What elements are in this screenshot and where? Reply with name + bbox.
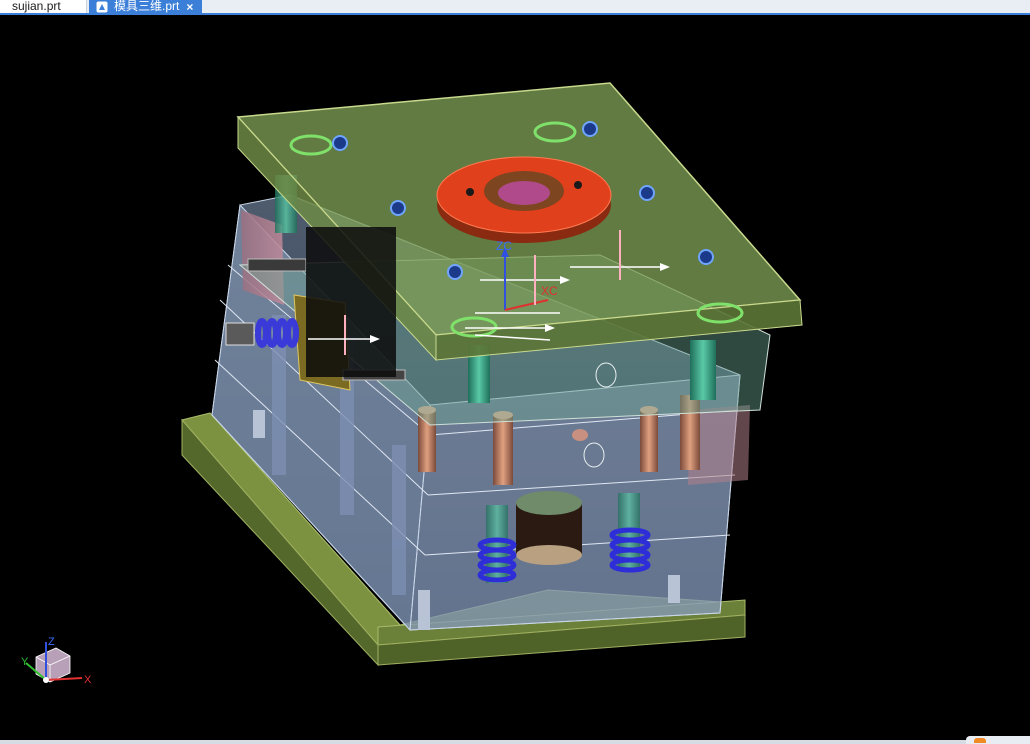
tab-sujian-prt[interactable]: sujian.prt (0, 0, 87, 13)
triad-x-label: X (84, 674, 92, 686)
triad-z-label: Z (48, 636, 55, 648)
tab-label: sujian.prt (12, 0, 61, 13)
minimized-panel-tab[interactable] (966, 736, 1030, 744)
graphics-viewport[interactable]: ZC XC Z X Y (0, 15, 1030, 742)
panel-icon (974, 738, 986, 743)
ug-nx-window: sujian.prt 模具三维.prt × ZC XC Z X Y (0, 0, 1030, 744)
locating-ring (436, 156, 612, 243)
tab-label: 模具三维.prt (114, 0, 180, 13)
sprue-bushing-cylinder (516, 491, 582, 565)
view-triad[interactable]: Z X Y (21, 636, 92, 686)
close-icon[interactable]: × (186, 1, 193, 13)
document-tab-bar: sujian.prt 模具三维.prt × (0, 0, 1030, 15)
tab-mold-3d-prt[interactable]: 模具三维.prt × (89, 0, 202, 13)
zc-axis-label: ZC (496, 239, 512, 253)
mold-assembly-model[interactable]: ZC XC Z X Y (0, 15, 1030, 740)
triad-y-label: Y (21, 656, 29, 668)
xc-axis-label: XC (541, 284, 558, 298)
status-strip (0, 740, 1030, 744)
part-file-icon (96, 1, 108, 13)
